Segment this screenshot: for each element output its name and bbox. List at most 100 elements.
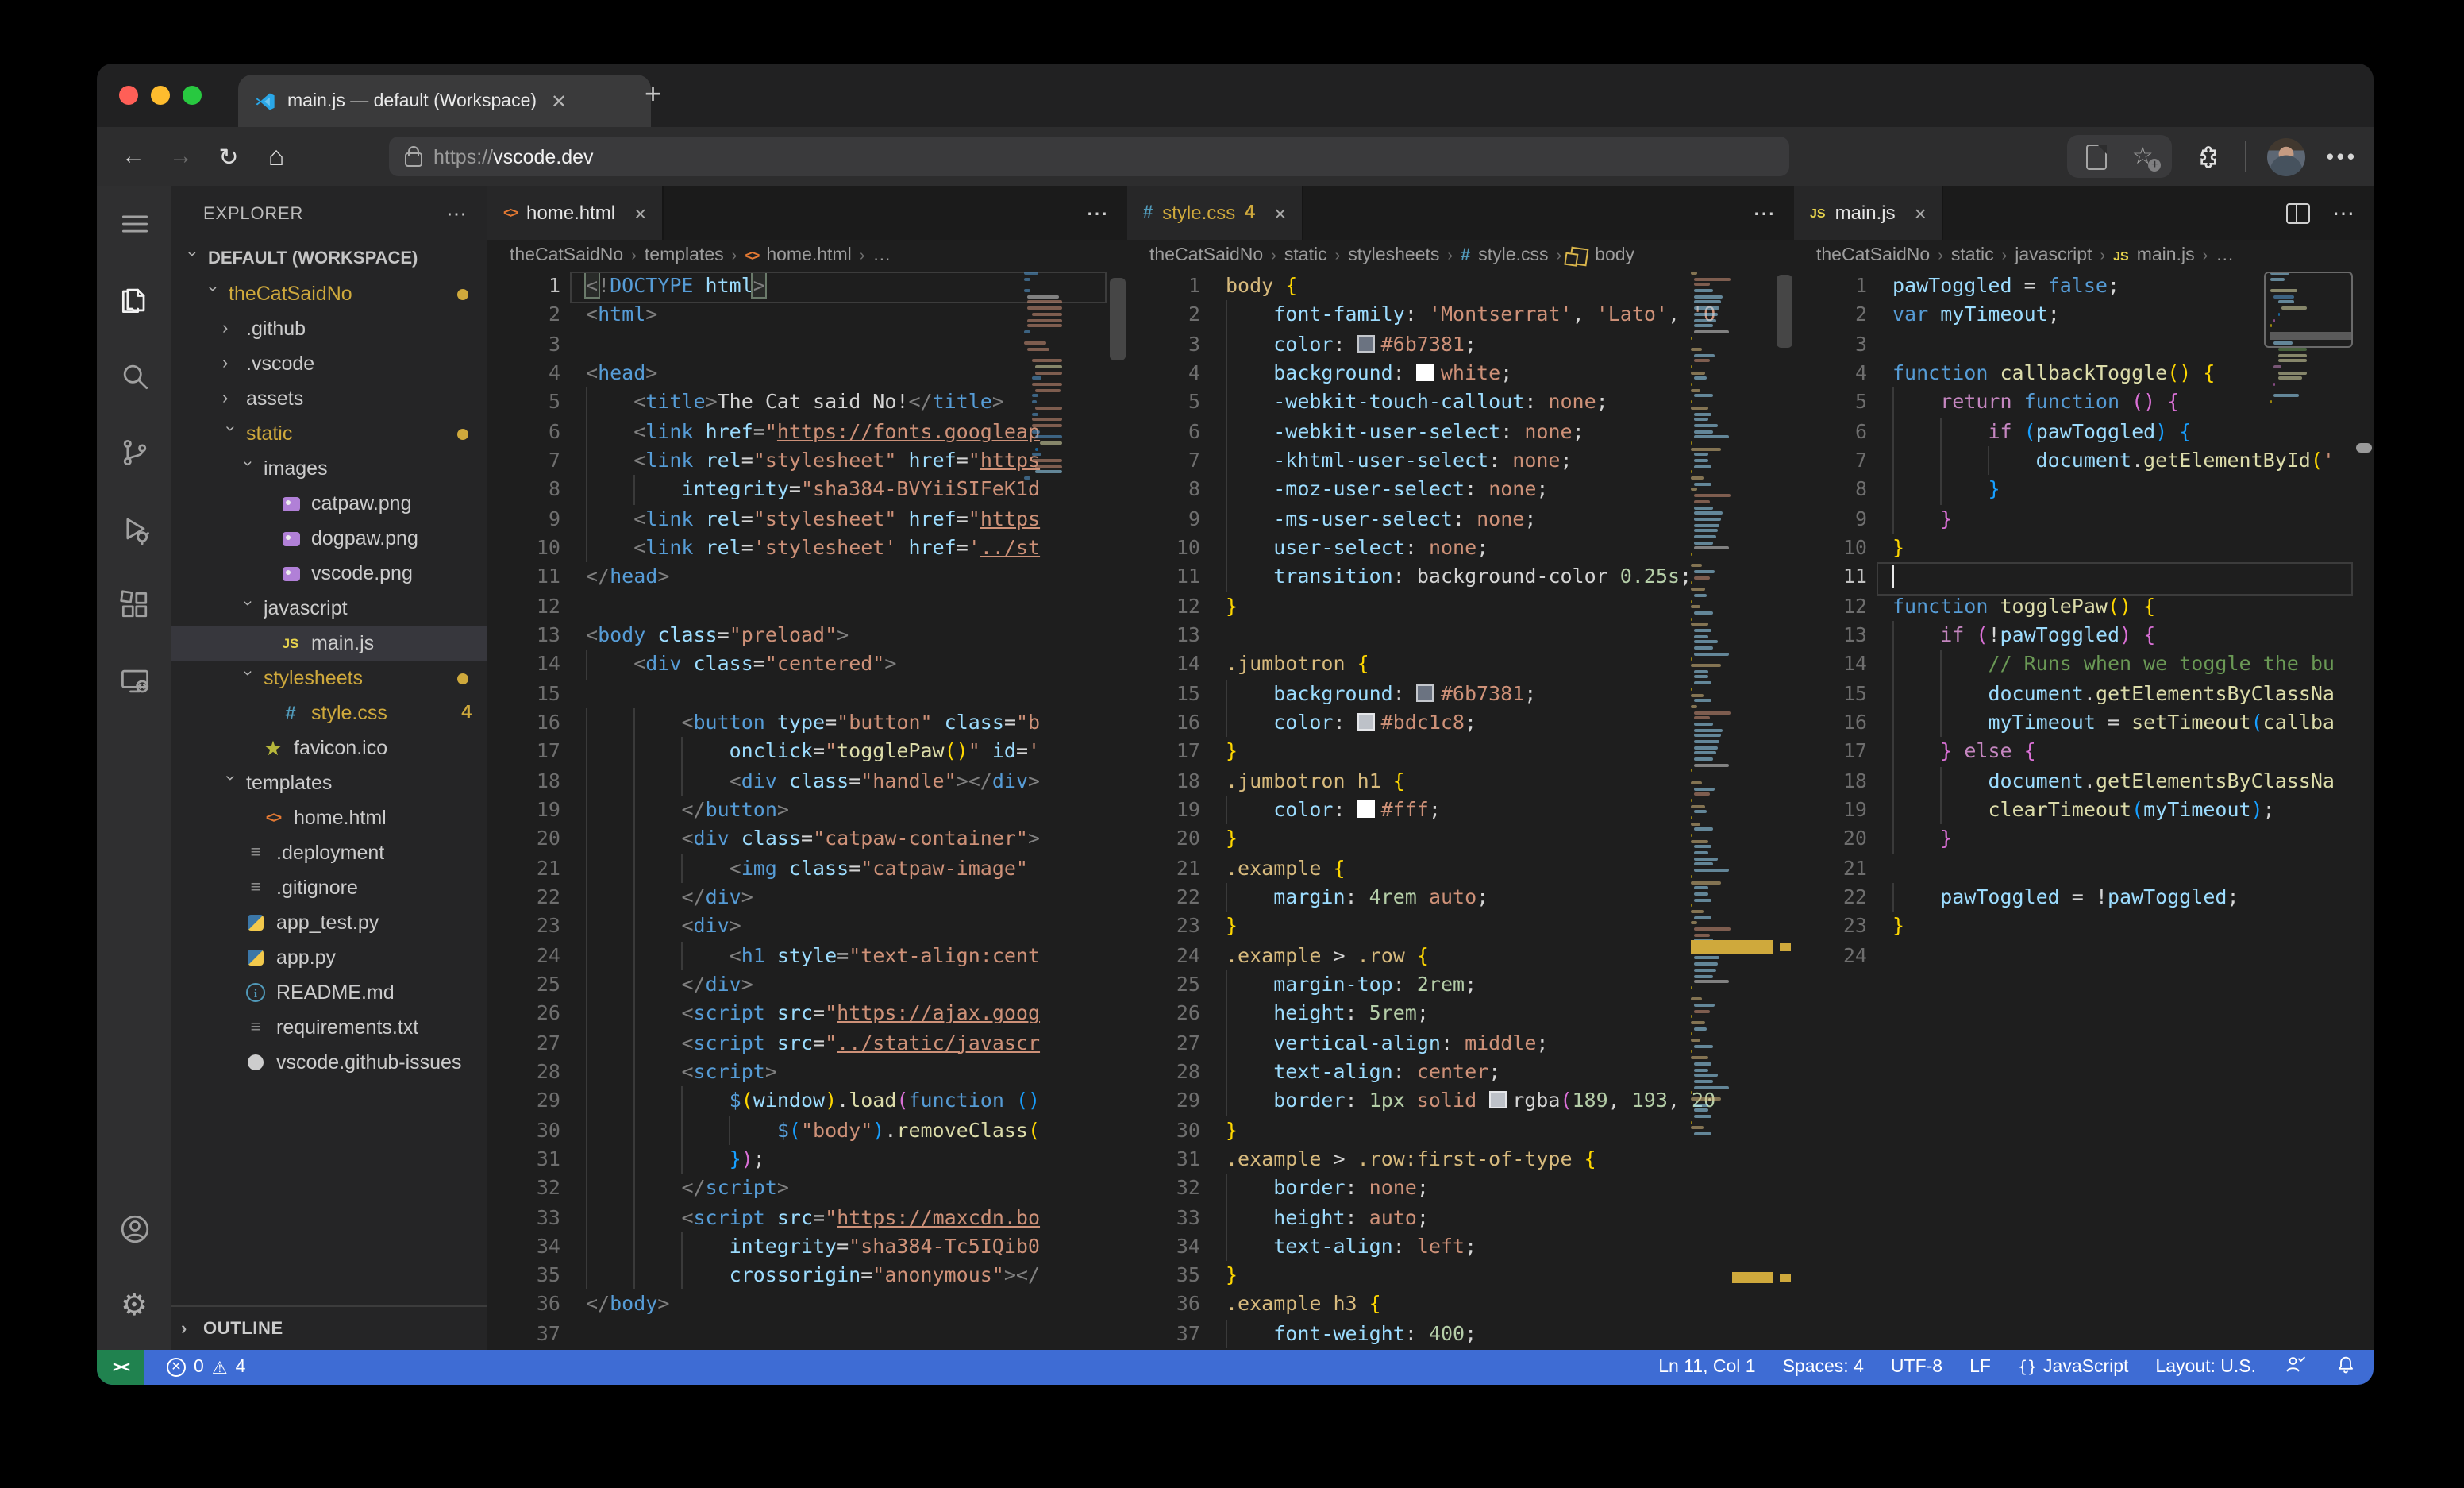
code-editor[interactable]: 1 pawToggled = false; 2 var myTimeout; 3 4 fun…	[1794, 272, 2374, 1350]
reading-list-icon[interactable]	[2085, 144, 2107, 169]
tab-style.css[interactable]: # style.css 4 ×	[1127, 186, 1304, 240]
scrollbar-slider[interactable]	[1777, 275, 1792, 348]
close-tab-icon[interactable]: ×	[634, 201, 646, 225]
overview-ruler[interactable]	[1107, 272, 1127, 1350]
address-bar[interactable]: https://vscode.dev	[389, 137, 1789, 176]
remote-indicator[interactable]: ><	[97, 1350, 144, 1385]
status-item[interactable]: Layout: U.S.	[2155, 1358, 2256, 1377]
explorer-icon[interactable]	[97, 262, 171, 338]
remote-icon[interactable]	[97, 643, 171, 719]
tree-item-templates[interactable]: › templates	[171, 765, 487, 800]
breadcrumb-item[interactable]: home.html	[766, 246, 851, 265]
tree-item-theCatSaidNo[interactable]: › theCatSaidNo	[171, 276, 487, 311]
zoom-window-button[interactable]	[183, 86, 202, 105]
tree-item-vscode.png[interactable]: vscode.png	[171, 556, 487, 591]
workspace-section-header[interactable]: › DEFAULT (WORKSPACE)	[171, 241, 487, 276]
close-tab-icon[interactable]: ×	[1915, 201, 1927, 225]
tree-item-static[interactable]: › static	[171, 416, 487, 451]
code-editor[interactable]: 1 body {2 font-family: 'Montserrat', 'Lat…	[1127, 272, 1794, 1350]
minimap[interactable]	[1024, 272, 1107, 1350]
breadcrumb-item[interactable]: static	[1284, 246, 1327, 265]
search-icon[interactable]	[97, 338, 171, 414]
profile-avatar[interactable]	[2267, 137, 2306, 175]
close-window-button[interactable]	[119, 86, 138, 105]
new-tab-button[interactable]: +	[645, 78, 661, 111]
breadcrumb-item[interactable]: stylesheets	[1348, 246, 1439, 265]
status-item[interactable]: UTF-8	[1891, 1358, 1942, 1377]
tree-item-vscode.github-issues[interactable]: vscode.github-issues	[171, 1045, 487, 1080]
close-tab-icon[interactable]: ✕	[551, 90, 567, 112]
tree-item-images[interactable]: › images	[171, 451, 487, 486]
scrollbar-slider[interactable]	[1110, 278, 1126, 360]
back-icon[interactable]: ←	[110, 143, 157, 170]
notifications-bell-icon[interactable]	[2334, 1353, 2358, 1382]
extensions-icon[interactable]	[97, 567, 171, 643]
tab-main.js[interactable]: JS main.js ×	[1794, 186, 1944, 240]
scrollbar-slider[interactable]	[2356, 443, 2372, 453]
scrollbar-slider[interactable]	[2264, 272, 2353, 348]
overview-ruler[interactable]	[1773, 272, 1794, 1350]
extensions-puzzle-icon[interactable]	[2193, 141, 2225, 172]
minimap[interactable]	[1691, 272, 1773, 1350]
browser-menu-icon[interactable]: •••	[2327, 145, 2358, 168]
breadcrumb-item[interactable]: templates	[645, 246, 724, 265]
breadcrumb-item[interactable]: …	[2216, 246, 2234, 265]
outline-section[interactable]: › OUTLINE	[171, 1305, 487, 1350]
minimap[interactable]	[2270, 272, 2353, 1350]
breadcrumb-item[interactable]: style.css	[1478, 246, 1548, 265]
tree-item-.vscode[interactable]: › .vscode	[171, 346, 487, 381]
tree-item-javascript[interactable]: › javascript	[171, 591, 487, 626]
status-item[interactable]: Spaces: 4	[1783, 1358, 1864, 1377]
tree-item-.github[interactable]: › .github	[171, 311, 487, 346]
tree-item-main.js[interactable]: JS main.js	[171, 626, 487, 661]
breadcrumb-item[interactable]: javascript	[2015, 246, 2092, 265]
breadcrumb-item[interactable]: body	[1595, 246, 1634, 265]
breadcrumb-item[interactable]: …	[872, 246, 891, 265]
breadcrumb-item[interactable]: theCatSaidNo	[1149, 246, 1263, 265]
tree-item-favicon.ico[interactable]: ★ favicon.ico	[171, 731, 487, 765]
status-item[interactable]: Ln 11, Col 1	[1658, 1358, 1755, 1377]
split-editor-icon[interactable]	[2286, 202, 2310, 223]
forward-icon[interactable]: →	[157, 143, 205, 170]
url-text[interactable]: https://vscode.dev	[433, 145, 594, 168]
home-icon[interactable]: ⌂	[252, 141, 300, 172]
breadcrumb-item[interactable]: main.js	[2137, 246, 2195, 265]
menu-icon[interactable]	[97, 186, 171, 262]
breadcrumb[interactable]: theCatSaidNo › static › javascript › JS main.js…	[1794, 240, 2374, 272]
code-editor[interactable]: 1 <!DOCTYPE html> 2 <html> 3 4 <head> 5 <title>…	[487, 272, 1127, 1350]
tree-item-assets[interactable]: › assets	[171, 381, 487, 416]
problems-status[interactable]: ✕ 0 ⚠ 4	[167, 1357, 245, 1378]
source-control-icon[interactable]	[97, 414, 171, 491]
feedback-icon[interactable]	[2283, 1353, 2307, 1382]
browser-tab[interactable]: main.js — default (Workspace) ✕	[238, 75, 651, 127]
editor-more-icon[interactable]: ⋯	[1753, 199, 1775, 226]
run-debug-icon[interactable]	[97, 491, 171, 567]
status-item[interactable]: {} JavaScript	[2018, 1358, 2128, 1377]
tree-item-.gitignore[interactable]: ≡ .gitignore	[171, 870, 487, 905]
settings-icon[interactable]: ⚙	[97, 1267, 171, 1343]
tree-item-app_test.py[interactable]: app_test.py	[171, 905, 487, 940]
tree-item-requirements.txt[interactable]: ≡ requirements.txt	[171, 1010, 487, 1045]
tree-item-home.html[interactable]: <> home.html	[171, 800, 487, 835]
close-tab-icon[interactable]: ×	[1274, 201, 1286, 225]
tree-item-style.css[interactable]: # style.css 4	[171, 696, 487, 731]
window-controls[interactable]	[119, 86, 202, 105]
minimize-window-button[interactable]	[151, 86, 170, 105]
status-item[interactable]: LF	[1969, 1358, 1991, 1377]
breadcrumb-item[interactable]: theCatSaidNo	[510, 246, 623, 265]
tree-item-README.md[interactable]: i README.md	[171, 975, 487, 1010]
tree-item-stylesheets[interactable]: › stylesheets	[171, 661, 487, 696]
breadcrumb[interactable]: theCatSaidNo › static › stylesheets › # style.c…	[1127, 240, 1794, 272]
editor-more-icon[interactable]: ⋯	[2332, 199, 2354, 226]
account-icon[interactable]	[97, 1191, 171, 1267]
tree-item-catpaw.png[interactable]: catpaw.png	[171, 486, 487, 521]
breadcrumb-item[interactable]: static	[1951, 246, 1994, 265]
overview-ruler[interactable]	[2353, 272, 2374, 1350]
editor-more-icon[interactable]: ⋯	[1086, 199, 1108, 226]
tab-home.html[interactable]: <> home.html ×	[487, 186, 664, 240]
tree-item-app.py[interactable]: app.py	[171, 940, 487, 975]
tree-item-dogpaw.png[interactable]: dogpaw.png	[171, 521, 487, 556]
breadcrumb-item[interactable]: theCatSaidNo	[1816, 246, 1930, 265]
tree-item-.deployment[interactable]: ≡ .deployment	[171, 835, 487, 870]
breadcrumb[interactable]: theCatSaidNo › templates › <> home.html ›…	[487, 240, 1127, 272]
